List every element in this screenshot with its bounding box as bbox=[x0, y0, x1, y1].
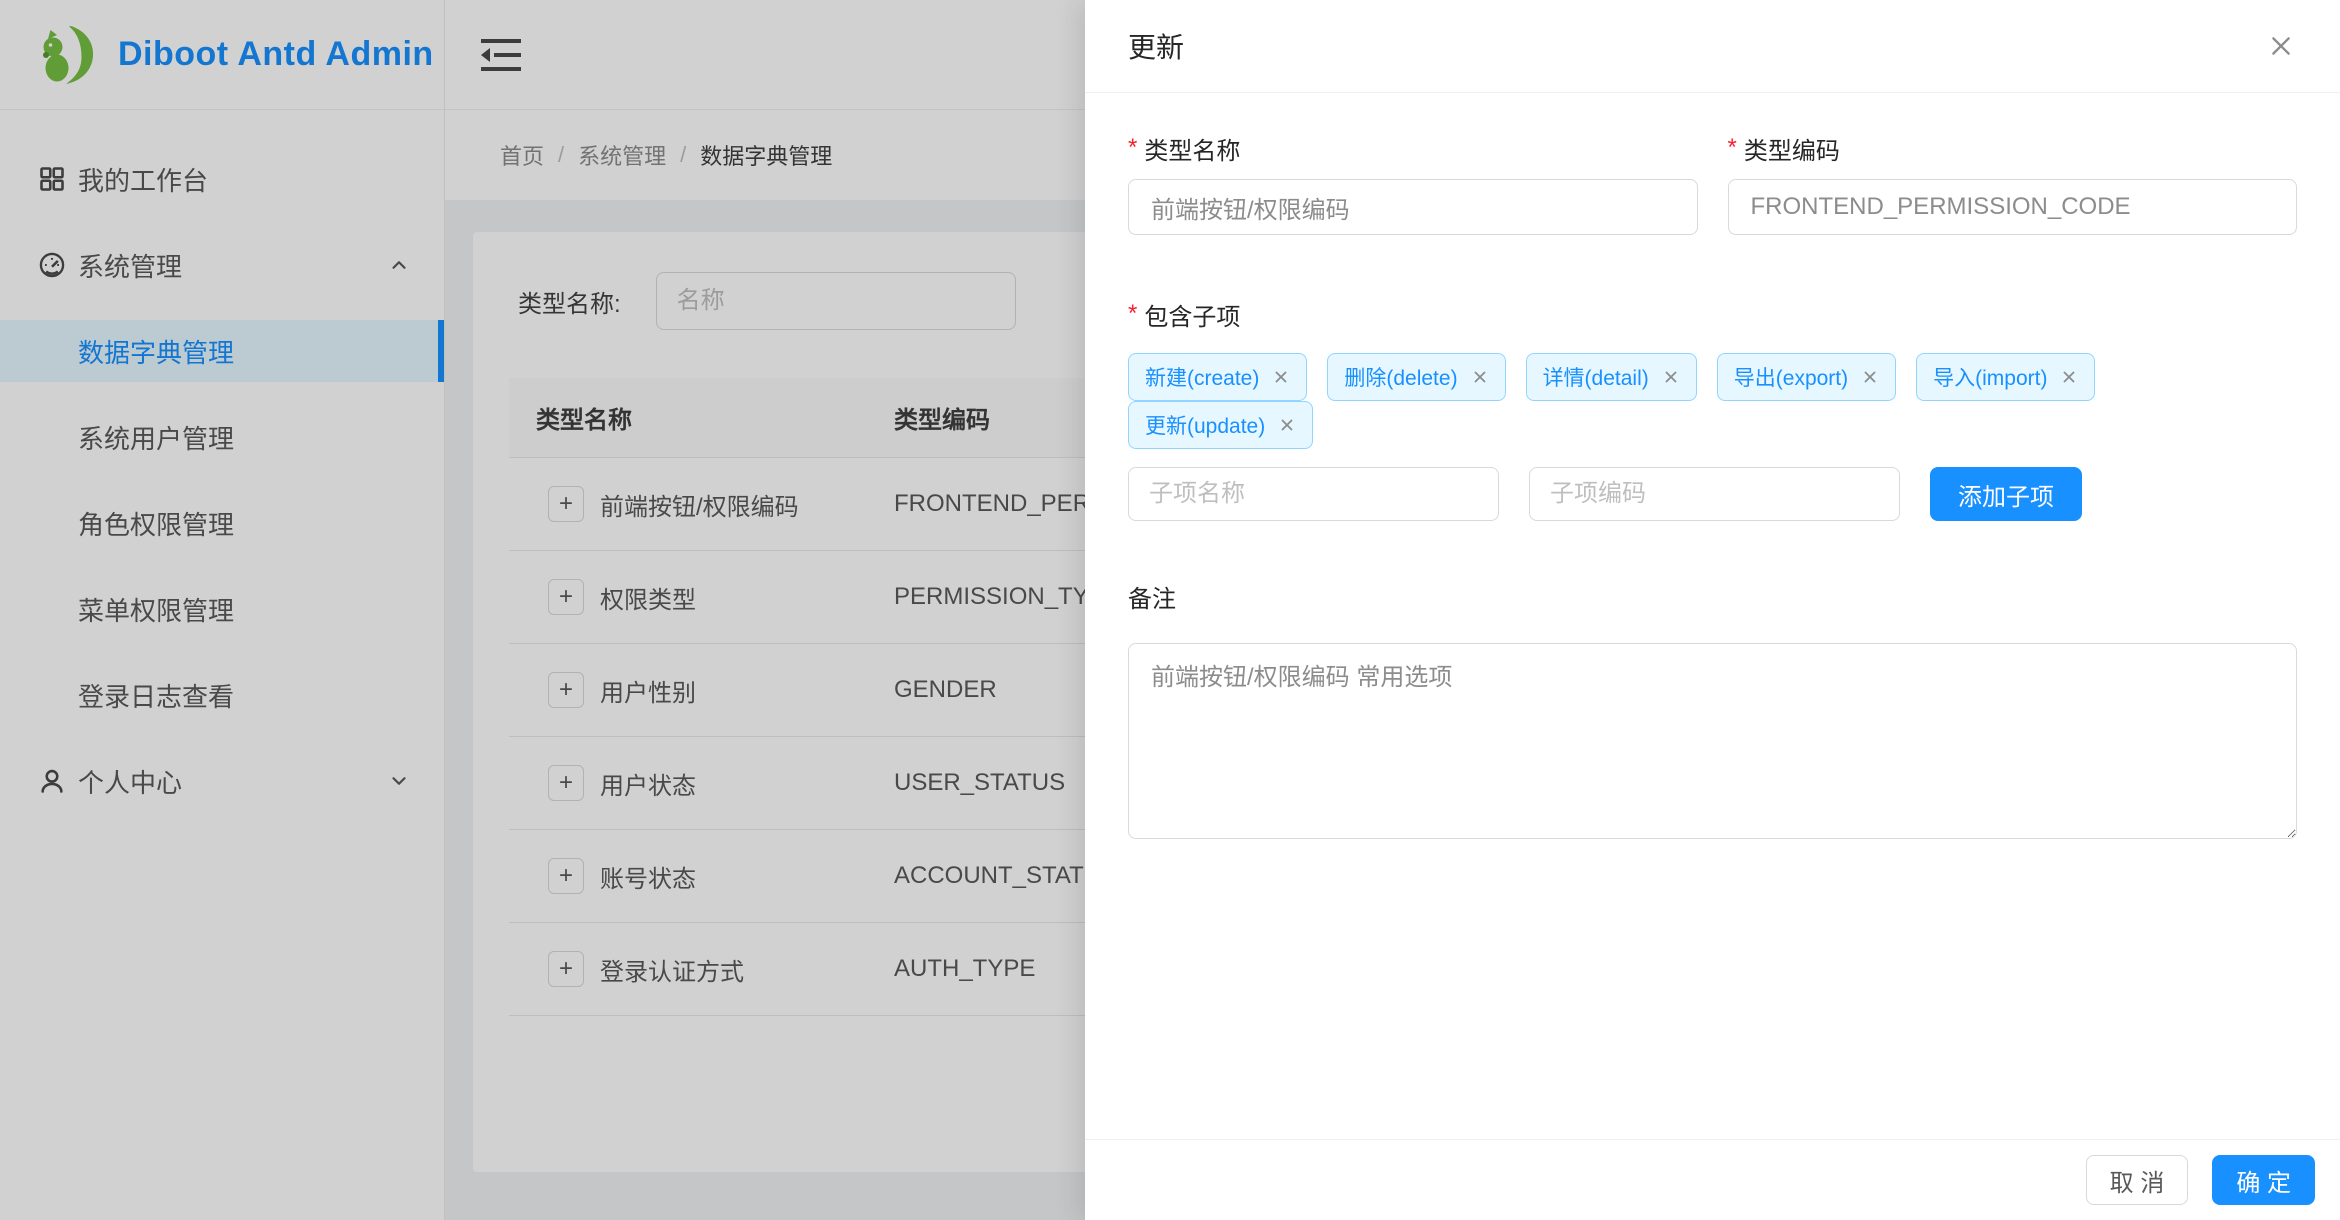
type-code-input[interactable] bbox=[1728, 179, 2298, 235]
type-name-input[interactable] bbox=[1128, 179, 1698, 235]
child-code-input[interactable] bbox=[1529, 467, 1900, 521]
app-screen: Diboot Antd Admin 我的工作台 bbox=[0, 0, 2340, 1220]
field-label-remark: 备注 bbox=[1128, 581, 2297, 611]
tag-close-icon[interactable] bbox=[1662, 368, 1680, 386]
child-tag-update: 更新(update) bbox=[1128, 401, 1313, 449]
add-child-row: 添加子项 bbox=[1128, 467, 2297, 521]
child-tag-export: 导出(export) bbox=[1717, 353, 1896, 401]
drawer-footer: 取 消 确 定 bbox=[1085, 1139, 2340, 1220]
child-tag-delete: 删除(delete) bbox=[1327, 353, 1505, 401]
required-mark: * bbox=[1728, 134, 1737, 162]
required-mark: * bbox=[1128, 300, 1137, 328]
tag-close-icon[interactable] bbox=[1272, 368, 1290, 386]
drawer-body: * 类型名称 * 类型编码 * 包含子项 bbox=[1085, 93, 2340, 1139]
children-tags: 新建(create) 删除(delete) bbox=[1128, 353, 2297, 449]
remark-textarea[interactable]: 前端按钮/权限编码 常用选项 bbox=[1128, 643, 2297, 839]
drawer-header: 更新 bbox=[1085, 0, 2340, 93]
add-child-button[interactable]: 添加子项 bbox=[1930, 467, 2082, 521]
ok-button[interactable]: 确 定 bbox=[2212, 1155, 2315, 1205]
field-label-type-name: * 类型名称 bbox=[1128, 133, 1698, 163]
drawer-title: 更新 bbox=[1128, 26, 1184, 66]
child-tag-detail: 详情(detail) bbox=[1526, 353, 1697, 401]
child-name-input[interactable] bbox=[1128, 467, 1499, 521]
tag-close-icon[interactable] bbox=[1471, 368, 1489, 386]
required-mark: * bbox=[1128, 134, 1137, 162]
tag-close-icon[interactable] bbox=[1861, 368, 1879, 386]
child-tag-create: 新建(create) bbox=[1128, 353, 1307, 401]
field-label-type-code: * 类型编码 bbox=[1728, 133, 2298, 163]
update-drawer: 更新 * 类型名称 * 类型编码 bbox=[1085, 0, 2340, 1220]
cancel-button[interactable]: 取 消 bbox=[2086, 1155, 2189, 1205]
tag-close-icon[interactable] bbox=[2060, 368, 2078, 386]
child-tag-import: 导入(import) bbox=[1916, 353, 2095, 401]
tag-close-icon[interactable] bbox=[1278, 416, 1296, 434]
field-label-children: * 包含子项 bbox=[1128, 299, 2297, 329]
close-icon[interactable] bbox=[2262, 27, 2300, 65]
